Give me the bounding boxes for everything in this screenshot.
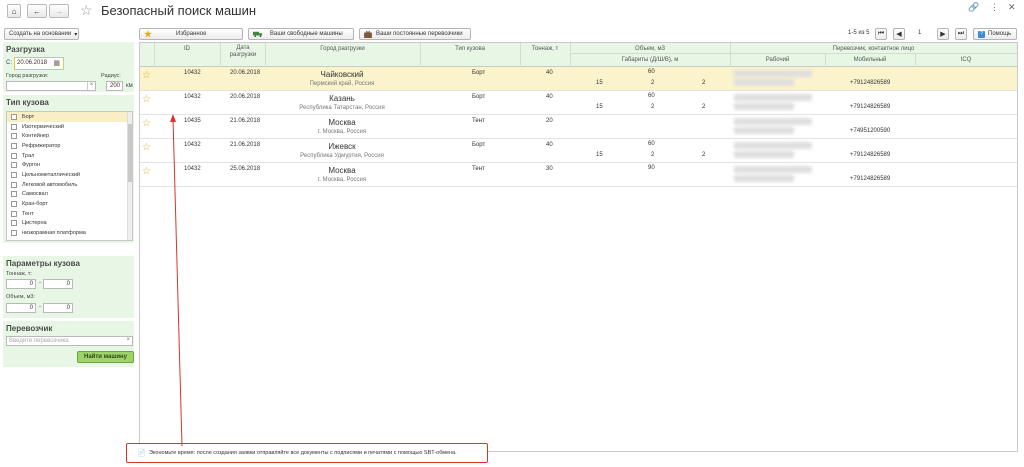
annotation-arrow bbox=[170, 114, 183, 447]
